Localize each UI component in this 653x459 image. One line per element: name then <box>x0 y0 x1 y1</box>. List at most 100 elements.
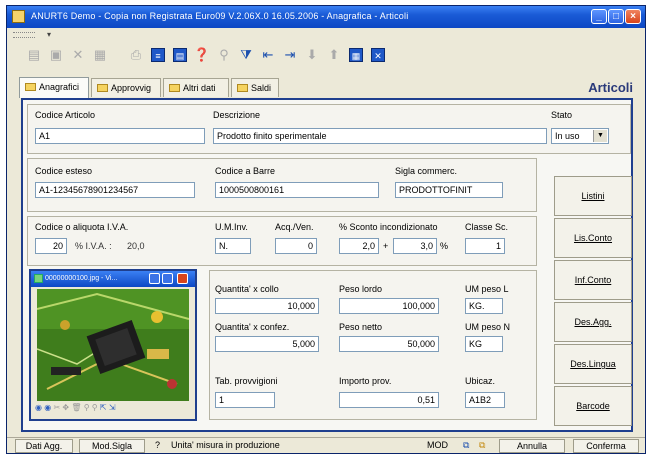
label-stato: Stato <box>551 110 573 120</box>
grip-handle-icon[interactable] <box>13 32 35 38</box>
rotate-icon[interactable]: ⇲ <box>109 403 116 412</box>
help-icon[interactable]: ❓ <box>193 46 211 64</box>
tab-label: Anagrafici <box>39 82 80 92</box>
mod-sigla-button[interactable]: Mod.Sigla <box>79 439 145 453</box>
copy-icon[interactable]: ⧉ <box>463 440 469 451</box>
move-icon[interactable]: ✥ <box>62 403 69 412</box>
label-qta-confez: Quantita' x confez. <box>215 322 290 332</box>
sconto-1-field[interactable]: 2,0 <box>339 238 379 254</box>
conferma-button[interactable]: Conferma <box>573 439 639 453</box>
label-sconto: % Sconto incondizionato <box>339 222 438 232</box>
sconto-plus: + <box>383 241 389 251</box>
circuit-board-image <box>37 289 189 401</box>
image-viewer-title: 00000000100.jpg - Vi... <box>45 275 118 282</box>
prev-icon[interactable]: ◉ <box>35 403 42 412</box>
label-ubicaz: Ubicaz. <box>465 376 496 386</box>
qta-collo-field[interactable]: 10,000 <box>215 298 319 314</box>
label-peso-netto: Peso netto <box>339 322 383 332</box>
classe-sc-field[interactable]: 1 <box>465 238 505 254</box>
filter-icon[interactable]: ⧩ <box>237 46 255 64</box>
image-viewer-window[interactable]: 00000000100.jpg - Vi... ◉ ◉ ✂ ✥ 🗑 ⚲ ⚲ ⇱ … <box>29 269 197 421</box>
sigla-commerc-field[interactable]: PRODOTTOFINIT <box>395 182 503 198</box>
calculator-icon[interactable]: ▦ <box>347 46 365 64</box>
dati-agg-button[interactable]: Dati Agg. <box>15 439 73 453</box>
mode-indicator: MOD <box>427 440 448 450</box>
image-viewer-titlebar[interactable]: 00000000100.jpg - Vi... <box>31 271 195 287</box>
peso-lordo-field[interactable]: 100,000 <box>339 298 439 314</box>
label-codice-barre: Codice a Barre <box>215 166 276 176</box>
tab-saldi[interactable]: Saldi <box>231 78 279 97</box>
status-bar: Dati Agg. Mod.Sigla ? Unita' misura in p… <box>7 437 645 453</box>
label-codice-iva: Codice o aliquota I.V.A. <box>35 222 129 232</box>
tab-provvigioni-field[interactable]: 1 <box>215 392 275 408</box>
des-agg-button[interactable]: Des.Agg. <box>554 302 632 342</box>
close-button[interactable] <box>177 273 188 284</box>
maximize-button[interactable] <box>162 273 173 284</box>
exit-icon[interactable]: ✕ <box>369 46 387 64</box>
des-lingua-button[interactable]: Des.Lingua <box>554 344 632 384</box>
form-icon[interactable]: ▤ <box>171 46 189 64</box>
folder-icon <box>237 84 248 92</box>
um-peso-l-field[interactable]: KG. <box>465 298 503 314</box>
qta-confez-field[interactable]: 5,000 <box>215 336 319 352</box>
stato-select[interactable]: In uso ▼ <box>551 128 609 144</box>
new-icon[interactable]: ▤ <box>25 46 43 64</box>
print-icon[interactable]: ⎙ <box>127 46 145 64</box>
minimize-button[interactable]: _ <box>591 9 607 24</box>
label-pct-iva: % I.V.A. : <box>75 241 112 251</box>
next-icon[interactable]: ◉ <box>44 403 51 412</box>
codice-iva-field[interactable]: 20 <box>35 238 67 254</box>
sconto-pct: % <box>440 241 449 251</box>
title-bar[interactable]: ANURT6 Demo - Copia non Registrata Euro0… <box>7 6 645 28</box>
label-peso-lordo: Peso lordo <box>339 284 383 294</box>
first-record-icon[interactable]: ⇤ <box>259 46 277 64</box>
page-title: Articoli <box>588 80 633 95</box>
up-arrow-icon[interactable]: ⬆ <box>325 46 343 64</box>
label-um-peso-n: UM peso N <box>465 322 511 332</box>
maximize-button[interactable]: □ <box>608 9 624 24</box>
chevron-down-icon[interactable]: ▼ <box>593 130 607 142</box>
um-peso-n-field[interactable]: KG <box>465 336 503 352</box>
annulla-button[interactable]: Annulla <box>499 439 565 453</box>
toolbar: ▤ ▣ ✕ ▦ ⎙ ≡ ▤ ❓ ⚲ ⧩ ⇤ ⇥ ⬇ ⬆ ▦ ✕ <box>7 42 645 70</box>
cut-icon[interactable]: ✂ <box>53 403 60 412</box>
delete-icon[interactable]: 🗑 <box>71 403 81 412</box>
acq-ven-field[interactable]: 0 <box>275 238 317 254</box>
down-arrow-icon[interactable]: ⬇ <box>303 46 321 64</box>
paste-icon[interactable]: ⧉ <box>479 440 485 451</box>
descrizione-field[interactable]: Prodotto finito sperimentale <box>213 128 547 144</box>
tab-altri-dati[interactable]: Altri dati <box>163 78 229 97</box>
tab-anagrafici[interactable]: Anagrafici <box>19 77 89 98</box>
codice-barre-field[interactable]: 1000500800161 <box>215 182 379 198</box>
label-importo-prov: Importo prov. <box>339 376 392 386</box>
barcode-button[interactable]: Barcode <box>554 386 632 426</box>
fit-icon[interactable]: ⇱ <box>100 403 107 412</box>
peso-netto-field[interactable]: 50,000 <box>339 336 439 352</box>
zoom-in-icon[interactable]: ⚲ <box>84 403 90 412</box>
label-um-peso-l: UM peso L <box>465 284 509 294</box>
delete-icon[interactable]: ✕ <box>69 46 87 64</box>
zoom-out-icon[interactable]: ⚲ <box>92 403 98 412</box>
save-disabled-icon[interactable]: ▦ <box>91 46 109 64</box>
status-message: Unita' misura in produzione <box>171 440 280 450</box>
ubicaz-field[interactable]: A1B2 <box>465 392 505 408</box>
sconto-2-field[interactable]: 3,0 <box>393 238 437 254</box>
find-icon[interactable]: ⚲ <box>215 46 233 64</box>
chevron-down-icon[interactable]: ▾ <box>47 30 51 39</box>
codice-articolo-field[interactable]: A1 <box>35 128 205 144</box>
list-icon[interactable]: ≡ <box>149 46 167 64</box>
copy-icon[interactable]: ▣ <box>47 46 65 64</box>
um-inv-field[interactable]: N. <box>215 238 251 254</box>
minimize-button[interactable] <box>149 273 160 284</box>
stato-value: In uso <box>555 131 580 141</box>
lis-conto-button[interactable]: Lis.Conto <box>554 218 632 258</box>
close-button[interactable]: × <box>625 9 641 24</box>
codice-esteso-field[interactable]: A1-12345678901234567 <box>35 182 195 198</box>
inf-conto-button[interactable]: Inf.Conto <box>554 260 632 300</box>
importo-prov-field[interactable]: 0,51 <box>339 392 439 408</box>
next-record-icon[interactable]: ⇥ <box>281 46 299 64</box>
window-title: ANURT6 Demo - Copia non Registrata Euro0… <box>31 11 409 21</box>
tab-approvvig[interactable]: Approvvig <box>91 78 161 97</box>
label-sigla-commerc: Sigla commerc. <box>395 166 458 176</box>
listini-button[interactable]: Listini <box>554 176 632 216</box>
